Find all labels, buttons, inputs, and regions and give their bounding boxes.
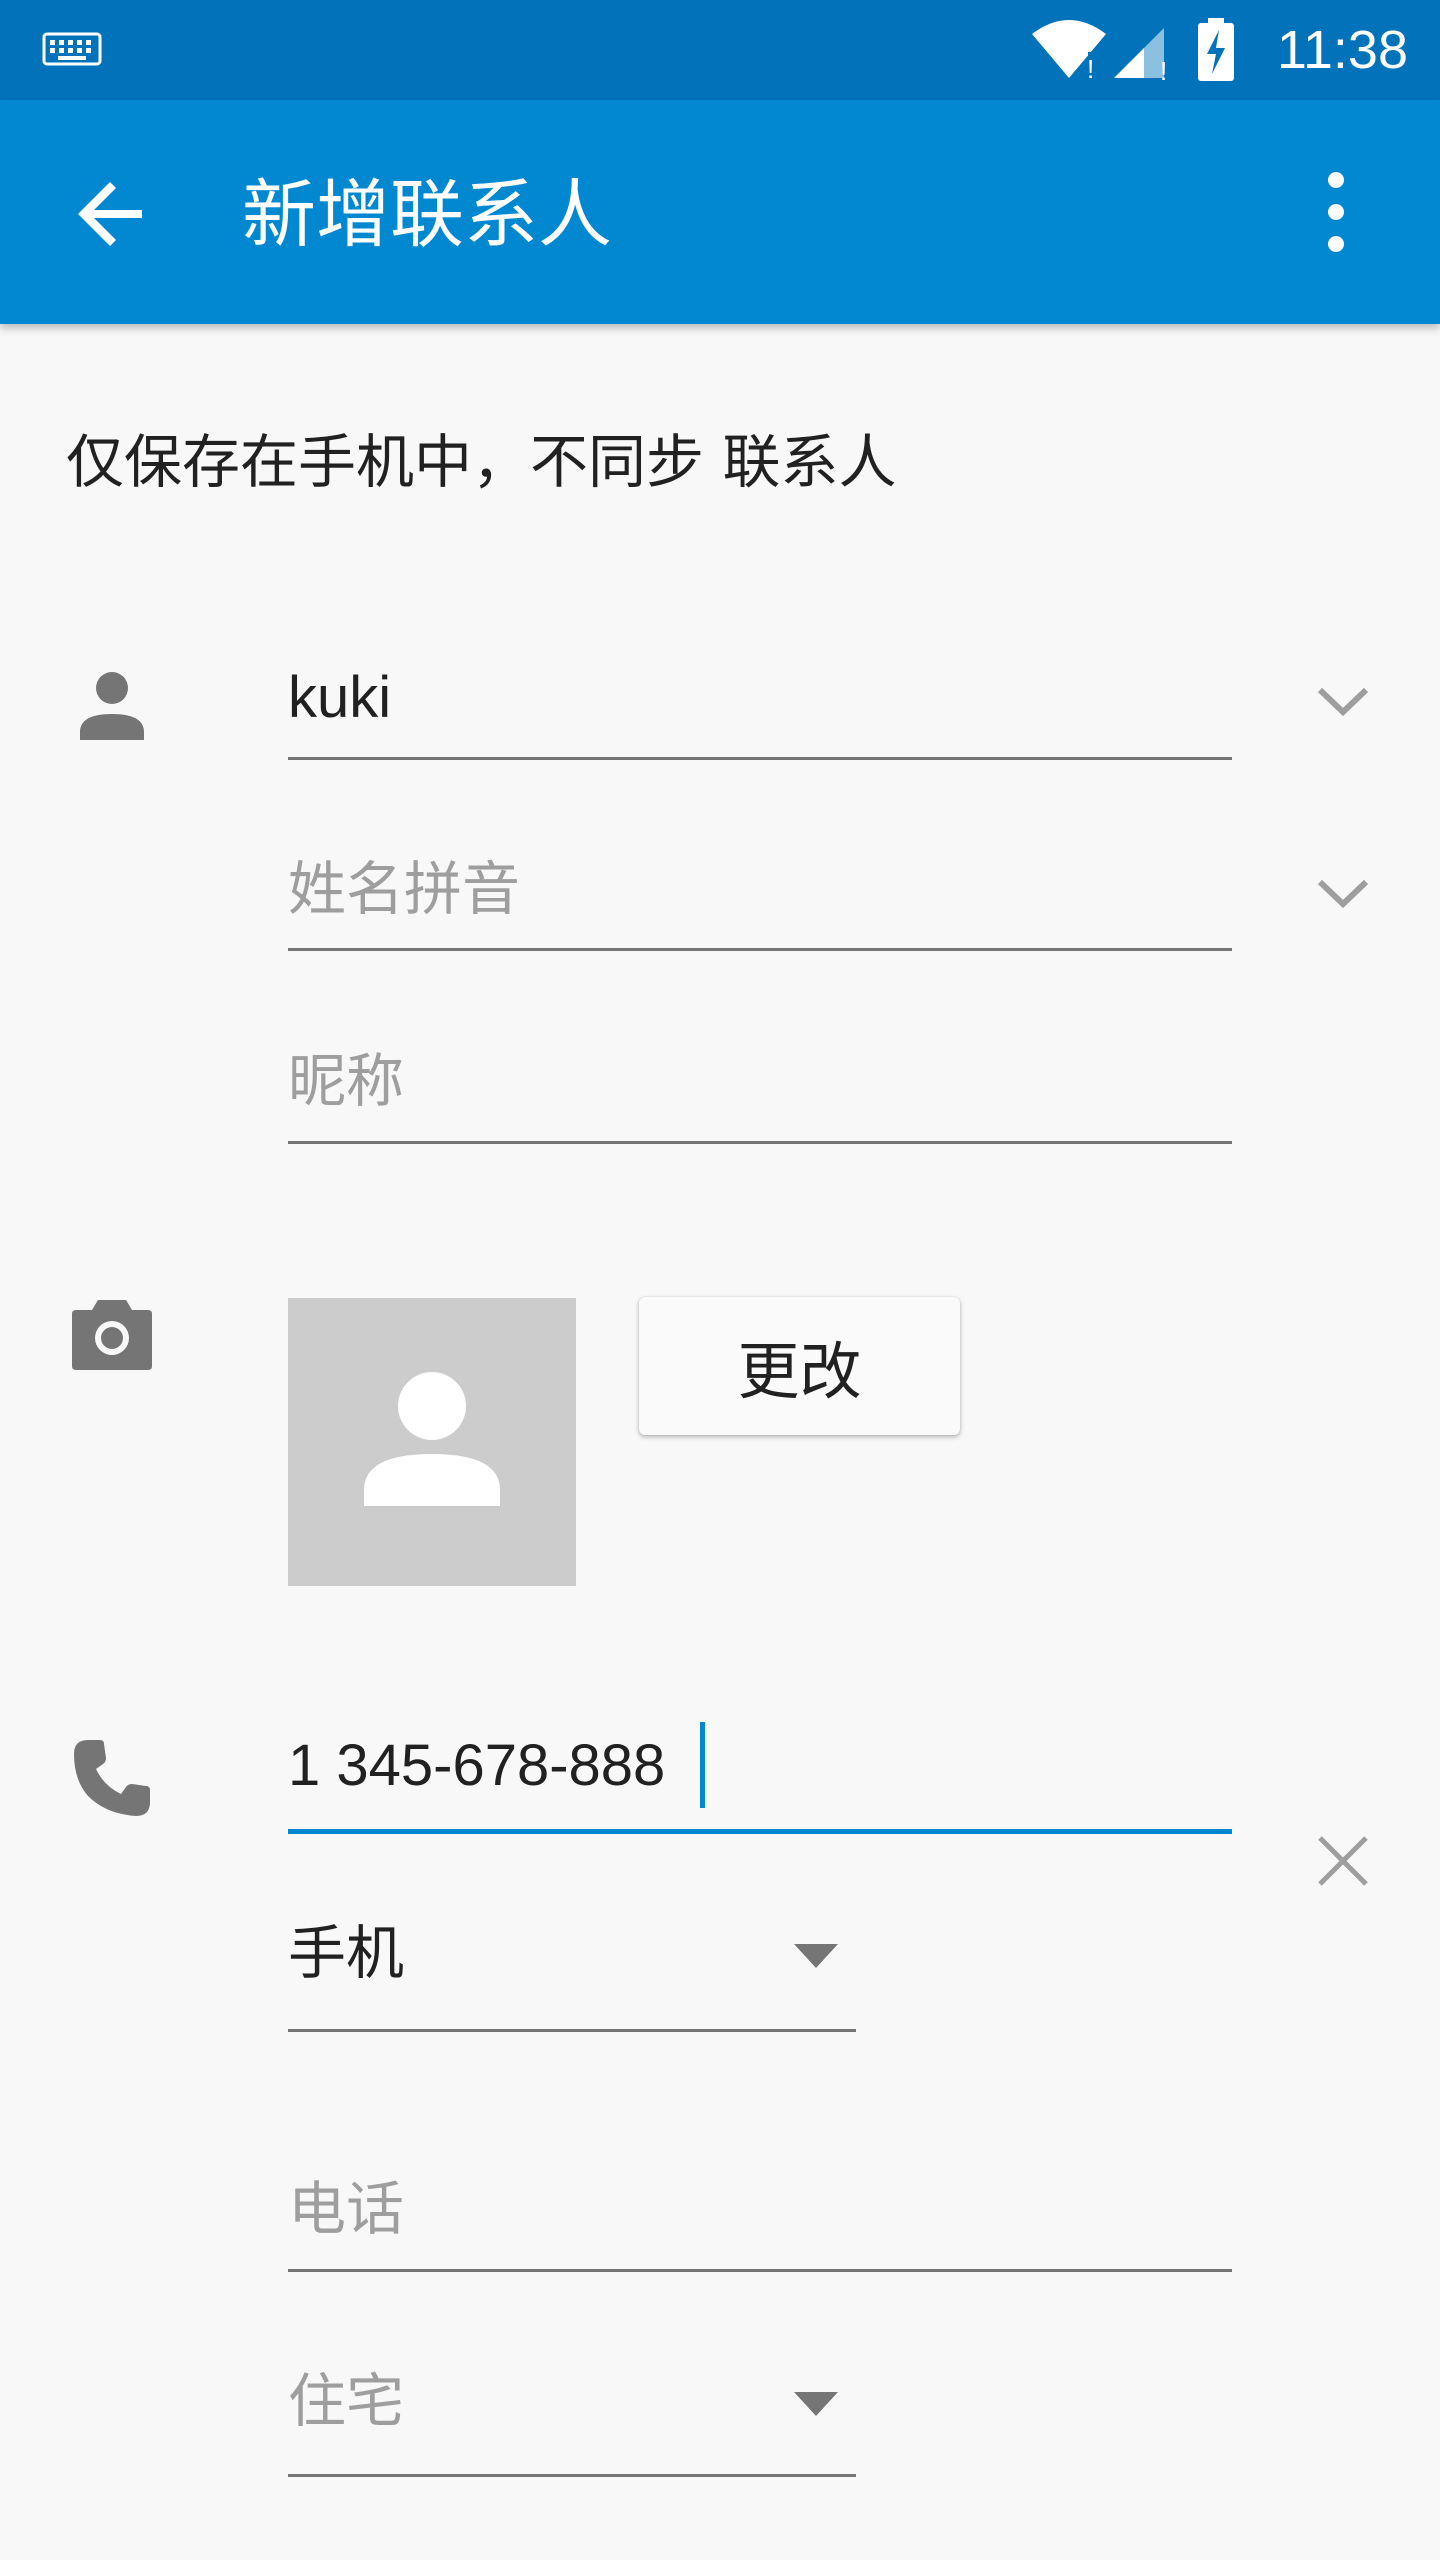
phonetic-name-underline (288, 948, 1232, 951)
chevron-down-icon[interactable] (1316, 876, 1370, 910)
second-phone-field[interactable]: 电话 (288, 2170, 404, 2250)
nickname-field[interactable]: 昵称 (288, 1042, 404, 1122)
account-notice: 仅保存在手机中，不同步 联系人 (66, 428, 897, 496)
battery-charging-icon (1198, 18, 1234, 81)
status-time: 11:38 (1276, 20, 1408, 80)
person-placeholder-icon (364, 1372, 500, 1506)
status-bar: ! ! 11:38 (0, 0, 1440, 100)
phone-icon (74, 1740, 150, 1816)
text-cursor (700, 1722, 705, 1808)
arrow-back-icon[interactable] (76, 178, 148, 250)
wifi-icon: ! (1032, 20, 1106, 80)
close-icon[interactable] (1316, 1834, 1370, 1888)
app-bar (0, 100, 1440, 324)
change-photo-button[interactable]: 更改 (639, 1297, 960, 1435)
name-field[interactable]: kuki (288, 658, 391, 738)
second-phone-type-underline (288, 2474, 856, 2477)
phone-field[interactable]: 1 345-678-888 (288, 1726, 665, 1806)
dropdown-arrow-icon[interactable] (794, 1944, 838, 1968)
nickname-underline (288, 1141, 1232, 1144)
person-icon (80, 672, 144, 740)
contact-photo[interactable] (288, 1298, 576, 1586)
keyboard-icon (42, 32, 102, 66)
name-field-underline (288, 757, 1232, 760)
more-vert-icon[interactable] (1316, 170, 1356, 254)
dropdown-arrow-icon[interactable] (794, 2392, 838, 2416)
phone-type-underline (288, 2029, 856, 2032)
phone-type-select[interactable]: 手机 (288, 1914, 404, 1994)
svg-text:!: ! (1160, 56, 1167, 82)
phone-field-underline (288, 1829, 1232, 1834)
svg-text:!: ! (1087, 54, 1094, 80)
page-title: 新增联系人 (242, 172, 612, 258)
cell-signal-icon: ! (1114, 28, 1167, 82)
phonetic-name-field[interactable]: 姓名拼音 (288, 850, 520, 930)
second-phone-underline (288, 2269, 1232, 2272)
chevron-down-icon[interactable] (1316, 684, 1370, 718)
second-phone-type-select[interactable]: 住宅 (288, 2362, 404, 2442)
camera-icon (72, 1300, 152, 1370)
